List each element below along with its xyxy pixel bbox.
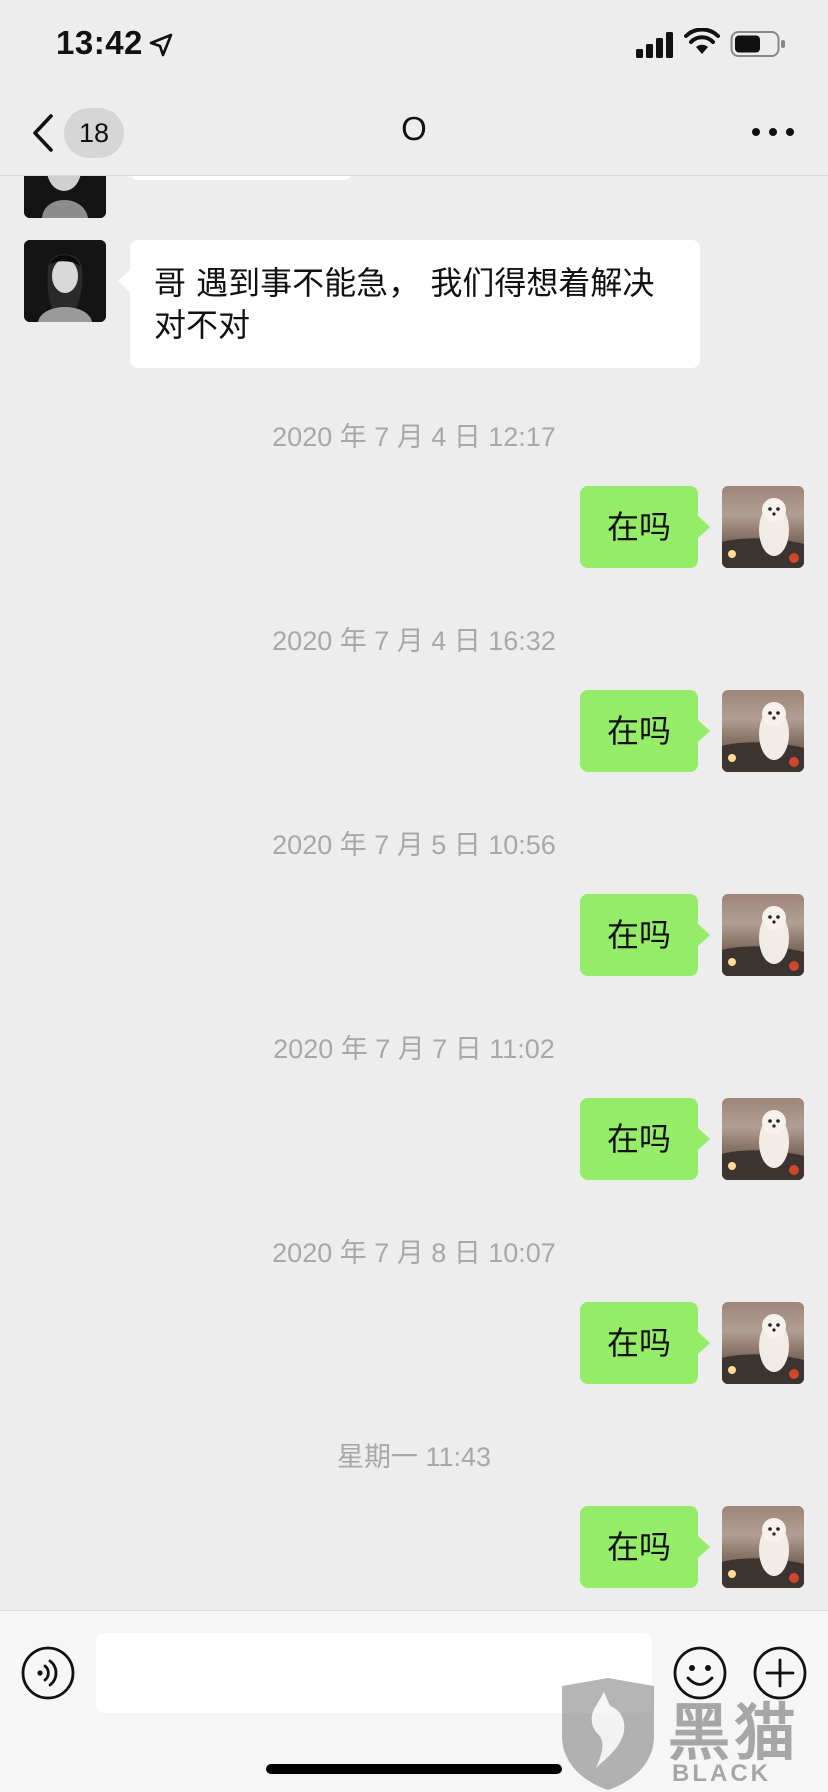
- message-timestamp: 星期一 11:43: [336, 1442, 492, 1472]
- black-cat-logo-icon: [562, 1678, 654, 1790]
- message-text: 在吗: [606, 916, 671, 954]
- dog-avatar-image: [722, 1314, 804, 1384]
- my-avatar[interactable]: [722, 1098, 804, 1180]
- contact-avatar[interactable]: [24, 176, 106, 218]
- incoming-message-bubble[interactable]: [118, 176, 352, 180]
- dog-avatar-image: [722, 1110, 804, 1180]
- message-text: 在吗: [606, 1120, 671, 1158]
- location-arrow-icon: [149, 33, 173, 57]
- message-timestamp: 2020 年 7 月 8 日 10:07: [272, 1238, 556, 1268]
- contact-avatar[interactable]: [24, 240, 106, 322]
- home-indicator[interactable]: [266, 1764, 562, 1774]
- dog-avatar-image: [722, 1518, 804, 1588]
- outgoing-message-bubble[interactable]: 在吗: [580, 894, 710, 976]
- wifi-icon: [684, 28, 720, 54]
- chat-title: O: [401, 110, 427, 147]
- dog-avatar-image: [722, 498, 804, 568]
- nav-bar: 18 O: [0, 90, 828, 176]
- status-bar: 13:42: [0, 0, 828, 90]
- dog-avatar-image: [722, 702, 804, 772]
- more-dots-icon[interactable]: [748, 120, 798, 144]
- status-time: 13:42: [56, 24, 143, 61]
- outgoing-message-bubble[interactable]: 在吗: [580, 690, 710, 772]
- message-timestamp: 2020 年 7 月 5 日 10:56: [272, 830, 556, 860]
- message-timestamp: 2020 年 7 月 4 日 16:32: [272, 626, 556, 656]
- message-text: 在吗: [606, 712, 671, 750]
- outgoing-message-bubble[interactable]: 在吗: [580, 1302, 710, 1384]
- outgoing-message-bubble[interactable]: 在吗: [580, 1506, 710, 1588]
- battery-icon: [730, 31, 785, 57]
- message-text: 在吗: [606, 1528, 671, 1566]
- my-avatar[interactable]: [722, 1302, 804, 1384]
- outgoing-message-bubble[interactable]: 在吗: [580, 486, 710, 568]
- contact-avatar-image: [24, 240, 106, 322]
- message-text: 哥 遇到事不能急， 我们得想着解决对不对: [154, 264, 655, 344]
- signal-icon: [636, 32, 673, 58]
- message-text: 在吗: [606, 1324, 671, 1362]
- chat-message-list[interactable]: 哥 遇到事不能急， 我们得想着解决对不对 2020 年 7 月 4 日 12:1…: [0, 176, 828, 1610]
- message-text: 在吗: [606, 508, 671, 546]
- my-avatar[interactable]: [722, 690, 804, 772]
- voice-icon[interactable]: [20, 1645, 76, 1701]
- incoming-message-bubble[interactable]: 哥 遇到事不能急， 我们得想着解决对不对: [118, 240, 700, 368]
- my-avatar[interactable]: [722, 486, 804, 568]
- watermark: 黑猫 BLACK CAT: [556, 1676, 828, 1792]
- my-avatar[interactable]: [722, 1506, 804, 1588]
- watermark-en-text: BLACK CAT: [672, 1760, 771, 1792]
- contact-avatar-image: [24, 176, 106, 218]
- watermark-cn-text: 黑猫: [668, 1696, 801, 1769]
- dog-avatar-image: [722, 906, 804, 976]
- outgoing-message-bubble[interactable]: 在吗: [580, 1098, 710, 1180]
- message-timestamp: 2020 年 7 月 4 日 12:17: [272, 422, 556, 452]
- my-avatar[interactable]: [722, 894, 804, 976]
- message-timestamp: 2020 年 7 月 7 日 11:02: [273, 1034, 555, 1064]
